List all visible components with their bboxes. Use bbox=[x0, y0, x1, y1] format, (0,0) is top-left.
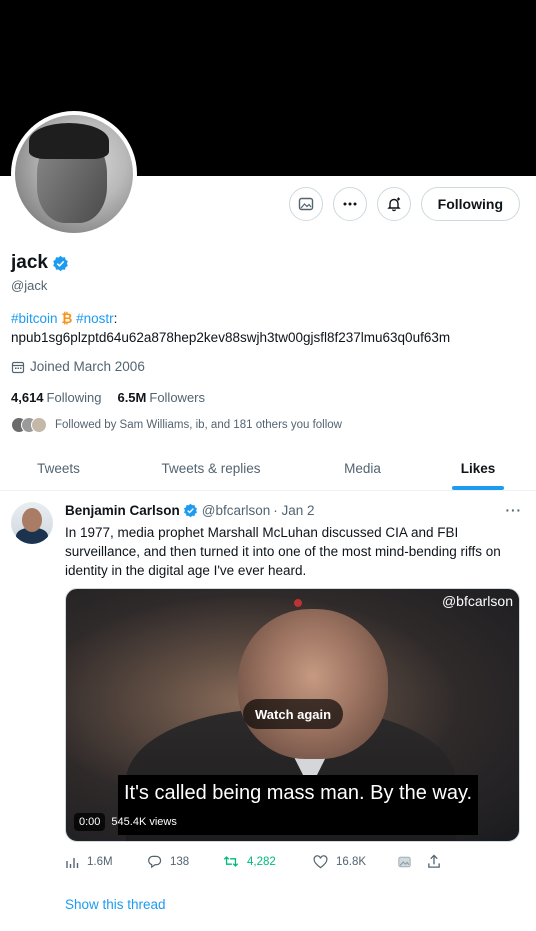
tab-likes[interactable]: Likes bbox=[420, 446, 536, 490]
heart-icon bbox=[313, 854, 328, 868]
watch-again-button[interactable]: Watch again bbox=[243, 699, 344, 729]
followed-by-row[interactable]: Followed by Sam Williams, ib, and 181 ot… bbox=[11, 417, 525, 433]
follow-counts: 4,614 Following 6.5M Followers bbox=[11, 390, 525, 405]
followed-by-avatars bbox=[11, 417, 47, 433]
reply-count: 138 bbox=[170, 855, 190, 868]
image-icon bbox=[298, 197, 313, 211]
video-views: 545.4K views bbox=[111, 816, 177, 828]
image-icon bbox=[398, 856, 411, 867]
reply-button[interactable]: 138 bbox=[147, 854, 223, 869]
tab-tweets[interactable]: Tweets bbox=[0, 446, 117, 490]
video-frame-head bbox=[238, 609, 388, 759]
tweet-date[interactable]: · Jan 2 bbox=[273, 503, 314, 518]
bitcoin-icon: ₿ bbox=[61, 311, 73, 326]
tweet[interactable]: Benjamin Carlson @bfcarlson · Jan 2 ··· … bbox=[0, 492, 536, 930]
bio-colon: : bbox=[113, 311, 118, 326]
joined-text: Joined March 2006 bbox=[30, 359, 145, 374]
show-thread-link[interactable]: Show this thread bbox=[65, 897, 166, 912]
share-icon bbox=[428, 854, 440, 868]
more-button[interactable] bbox=[332, 187, 367, 221]
tab-label: Media bbox=[344, 460, 381, 476]
followers-count: 6.5M bbox=[117, 390, 147, 405]
name-row: jack bbox=[11, 252, 525, 274]
profile-bio: #bitcoin ₿ #nostr: npub1sg6plzptd64u62a8… bbox=[11, 309, 525, 347]
tab-tweets-replies[interactable]: Tweets & replies bbox=[117, 446, 305, 490]
profile-info: jack @jack #bitcoin ₿ #nostr: npub1sg6pl… bbox=[11, 252, 525, 433]
tab-label: Likes bbox=[460, 460, 496, 476]
retweet-button[interactable]: 4,282 bbox=[223, 854, 313, 869]
bitcoin-hashtag-link[interactable]: #bitcoin bbox=[11, 311, 58, 326]
tweet-author-name[interactable]: Benjamin Carlson bbox=[65, 503, 180, 518]
reply-icon bbox=[148, 855, 162, 869]
video-status: 0:00 545.4K views bbox=[74, 813, 177, 831]
tab-media[interactable]: Media bbox=[305, 446, 420, 490]
profile-avatar[interactable] bbox=[11, 111, 137, 237]
tweet-video[interactable]: @bfcarlson Watch again It's called being… bbox=[65, 588, 520, 842]
verified-badge-icon bbox=[53, 255, 68, 271]
tweet-more-button[interactable]: ··· bbox=[506, 503, 523, 518]
like-button[interactable]: 16.8K bbox=[313, 854, 397, 869]
avatar-hair bbox=[29, 123, 109, 159]
calendar-icon bbox=[11, 361, 25, 373]
more-dots-icon bbox=[343, 202, 357, 206]
like-count: 16.8K bbox=[336, 855, 367, 868]
followed-by-text: Followed by Sam Williams, ib, and 181 ot… bbox=[55, 419, 342, 431]
follower-avatar bbox=[31, 417, 47, 433]
verified-badge-icon bbox=[183, 503, 197, 518]
nostr-hashtag-link[interactable]: #nostr bbox=[76, 311, 114, 326]
tweet-header: Benjamin Carlson @bfcarlson · Jan 2 ··· bbox=[65, 503, 522, 518]
add-media-button[interactable] bbox=[397, 855, 427, 869]
bio-nostr-key: npub1sg6plzptd64u62a878hep2kev88swjh3tw0… bbox=[11, 330, 451, 345]
avatar-head bbox=[22, 508, 42, 532]
tab-label: Tweets bbox=[37, 460, 80, 476]
tweet-text: In 1977, media prophet Marshall McLuhan … bbox=[65, 525, 501, 578]
views-button[interactable]: 1.6M bbox=[65, 855, 147, 869]
video-watermark: @bfcarlson bbox=[441, 593, 513, 609]
share-button[interactable] bbox=[427, 854, 441, 869]
following-label: Following bbox=[46, 390, 102, 405]
tab-label: Tweets & replies bbox=[161, 460, 261, 476]
following-count-link[interactable]: 4,614 Following bbox=[11, 390, 101, 405]
tweet-actions: 1.6M 138 4,282 16.8K bbox=[65, 854, 445, 869]
analytics-icon bbox=[66, 857, 79, 868]
tweet-author-handle[interactable]: @bfcarlson bbox=[202, 503, 270, 518]
notifications-button[interactable] bbox=[376, 187, 411, 221]
following-count: 4,614 bbox=[11, 390, 44, 405]
active-tab-indicator bbox=[452, 486, 504, 490]
retweet-count: 4,282 bbox=[247, 855, 276, 868]
views-count: 1.6M bbox=[87, 855, 113, 868]
joined-date: Joined March 2006 bbox=[11, 359, 525, 374]
display-name: jack bbox=[11, 252, 48, 273]
video-time: 0:00 bbox=[74, 813, 106, 831]
profile-action-row: Following bbox=[288, 187, 520, 221]
followers-label: Followers bbox=[149, 390, 205, 405]
following-button[interactable]: Following bbox=[420, 187, 520, 221]
tweet-author-avatar[interactable] bbox=[11, 502, 53, 544]
video-frame-light bbox=[294, 599, 302, 607]
retweet-icon bbox=[223, 856, 239, 867]
followers-count-link[interactable]: 6.5M Followers bbox=[117, 390, 205, 405]
profile-tabs: Tweets Tweets & replies Media Likes bbox=[0, 446, 536, 491]
avatar-photo bbox=[15, 115, 133, 233]
profile-handle: @jack bbox=[11, 278, 48, 293]
media-button[interactable] bbox=[288, 187, 323, 221]
bell-plus-icon bbox=[386, 197, 401, 212]
